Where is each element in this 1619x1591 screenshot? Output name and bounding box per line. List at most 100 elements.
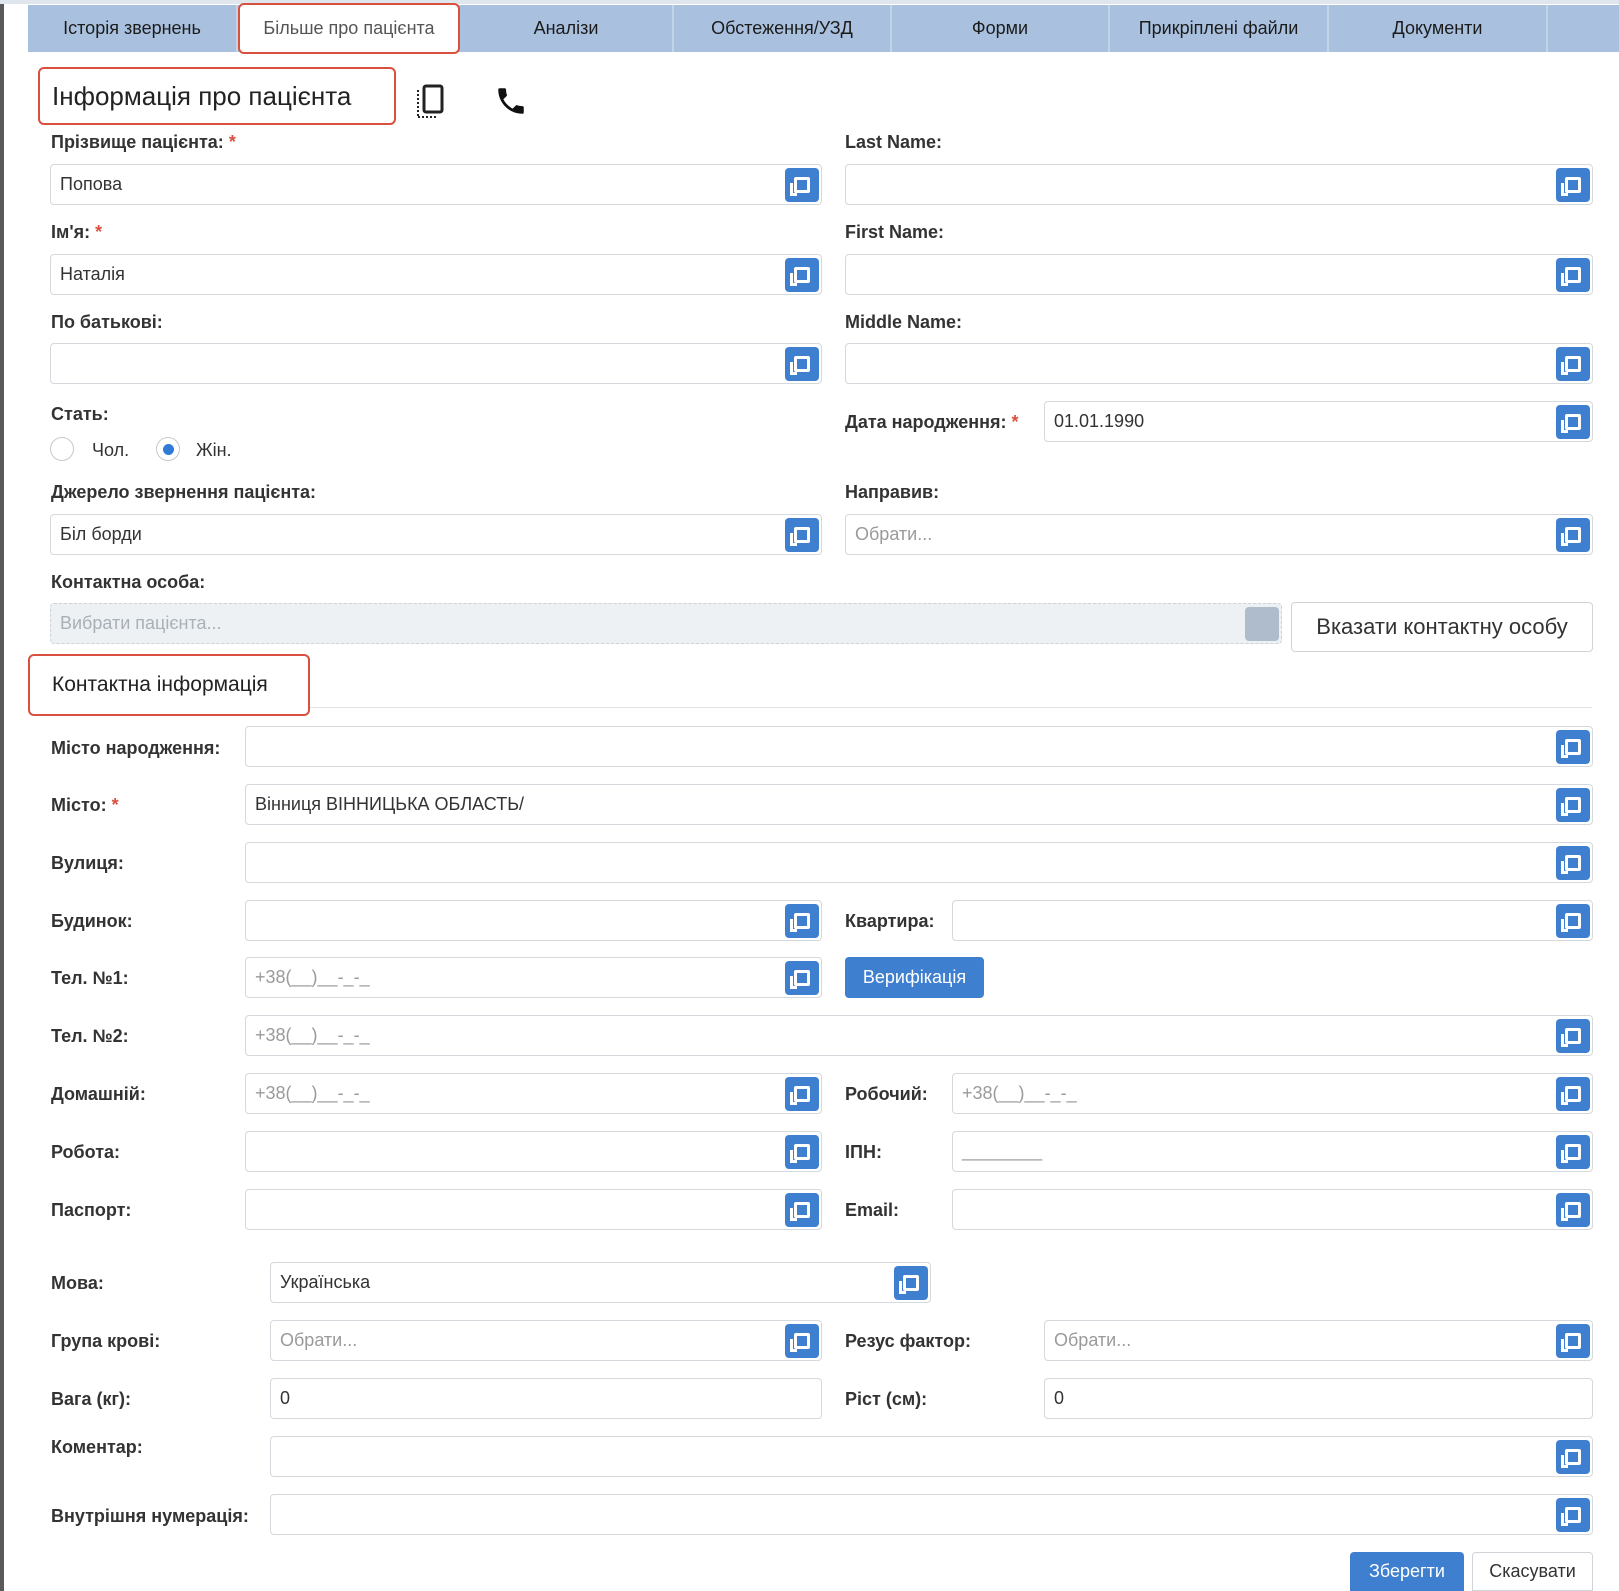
tab-analyses[interactable]: Аналізи <box>460 5 674 52</box>
copy-icon <box>790 1202 810 1221</box>
birth-city-copy-button[interactable] <box>1556 730 1590 764</box>
home-phone-label: Домашній: <box>51 1084 146 1104</box>
tab-forms[interactable]: Форми <box>892 5 1110 52</box>
ipn-input[interactable]: ________ <box>952 1131 1593 1172</box>
first-name-input[interactable] <box>845 254 1593 295</box>
tab-attached-files[interactable]: Прикріплені файли <box>1110 5 1329 52</box>
tab-documents[interactable]: Документи <box>1329 5 1548 52</box>
last-name-copy-button[interactable] <box>1556 168 1590 202</box>
gender-label: Стать: <box>51 404 109 424</box>
weight-input[interactable]: 0 <box>270 1378 822 1419</box>
email-input[interactable] <box>952 1189 1593 1230</box>
first-name-ua-copy-button[interactable] <box>785 258 819 292</box>
birth-date-label: Дата народження: * <box>845 412 1019 432</box>
blood-group-label: Група крові: <box>51 1331 161 1351</box>
section-divider <box>310 707 1592 708</box>
apartment-input[interactable] <box>952 900 1593 941</box>
comment-copy-button[interactable] <box>1556 1440 1590 1474</box>
rh-factor-dropdown-button[interactable] <box>1556 1324 1590 1358</box>
patronymic-label: По батькові: <box>51 312 163 332</box>
source-label: Джерело звернення пацієнта: <box>51 482 317 502</box>
surname-copy-button[interactable] <box>785 168 819 202</box>
height-input[interactable]: 0 <box>1044 1378 1593 1419</box>
copy-icon <box>790 1086 810 1105</box>
copy-icon <box>1561 356 1581 375</box>
city-label: Місто: * <box>51 795 119 815</box>
patronymic-input[interactable] <box>50 343 822 384</box>
first-name-copy-button[interactable] <box>1556 258 1590 292</box>
cancel-button[interactable]: Скасувати <box>1472 1552 1593 1591</box>
ipn-label: ІПН: <box>845 1142 882 1162</box>
copy-icon <box>899 1275 919 1294</box>
copy-icon <box>790 177 810 196</box>
save-button[interactable]: Зберегти <box>1350 1552 1464 1591</box>
tab-examinations[interactable]: Обстеження/УЗД <box>674 5 892 52</box>
source-select[interactable]: Біл борди <box>50 514 822 555</box>
last-name-input[interactable] <box>845 164 1593 205</box>
passport-label: Паспорт: <box>51 1200 132 1220</box>
rh-factor-label: Резус фактор: <box>845 1331 971 1351</box>
language-dropdown-button[interactable] <box>894 1266 928 1300</box>
gender-female-radio[interactable] <box>156 437 180 461</box>
middle-name-input[interactable] <box>845 343 1593 384</box>
job-input[interactable] <box>245 1131 822 1172</box>
set-contact-person-button[interactable]: Вказати контактну особу <box>1291 602 1593 652</box>
referred-by-dropdown-button[interactable] <box>1556 518 1590 552</box>
contact-person-select[interactable]: Вибрати пацієнта... <box>50 603 1282 644</box>
work-phone-input[interactable]: +38(__)__-_-_ <box>952 1073 1593 1114</box>
home-phone-input[interactable]: +38(__)__-_-_ <box>245 1073 822 1114</box>
city-input[interactable]: Вінниця ВІННИЦЬКА ОБЛАСТЬ/ <box>245 784 1593 825</box>
copy-icon <box>790 356 810 375</box>
referred-by-select[interactable]: Обрати... <box>845 514 1593 555</box>
rh-factor-select[interactable]: Обрати... <box>1044 1320 1593 1361</box>
house-input[interactable] <box>245 900 822 941</box>
birth-date-calendar-button[interactable] <box>1556 405 1590 439</box>
tab-history[interactable]: Історія звернень <box>28 5 238 52</box>
street-input[interactable] <box>245 842 1593 883</box>
home-phone-copy-button[interactable] <box>785 1077 819 1111</box>
tab-more-about-patient[interactable]: Більше про пацієнта <box>238 3 460 54</box>
phone-icon[interactable] <box>494 84 528 118</box>
internal-number-input[interactable] <box>270 1494 1593 1535</box>
birth-date-input[interactable]: 01.01.1990 <box>1044 401 1593 442</box>
referred-by-label: Направив: <box>845 482 940 502</box>
blood-group-dropdown-button[interactable] <box>785 1324 819 1358</box>
house-label: Будинок: <box>51 911 133 931</box>
language-select[interactable]: Українська <box>270 1262 931 1303</box>
phone1-input[interactable]: +38(__)__-_-_ <box>245 957 822 998</box>
work-phone-label: Робочий: <box>845 1084 928 1104</box>
house-copy-button[interactable] <box>785 904 819 938</box>
patronymic-copy-button[interactable] <box>785 347 819 381</box>
surname-label: Прізвище пацієнта: * <box>51 132 236 152</box>
apartment-label: Квартира: <box>845 911 935 931</box>
weight-label: Вага (кг): <box>51 1389 132 1409</box>
passport-copy-button[interactable] <box>785 1193 819 1227</box>
job-copy-button[interactable] <box>785 1135 819 1169</box>
gender-male-radio[interactable] <box>50 437 74 461</box>
comment-input[interactable] <box>270 1436 1593 1477</box>
middle-name-copy-button[interactable] <box>1556 347 1590 381</box>
internal-number-label: Внутрішня нумерація: <box>51 1506 249 1526</box>
gender-male-label: Чол. <box>92 440 130 460</box>
city-copy-button[interactable] <box>1556 788 1590 822</box>
street-copy-button[interactable] <box>1556 846 1590 880</box>
contact-person-dropdown-button[interactable] <box>1245 607 1279 641</box>
email-copy-button[interactable] <box>1556 1193 1590 1227</box>
phone2-copy-button[interactable] <box>1556 1019 1590 1053</box>
verify-button[interactable]: Верифікація <box>845 957 984 998</box>
first-name-ua-input[interactable]: Наталія <box>50 254 822 295</box>
apartment-copy-button[interactable] <box>1556 904 1590 938</box>
passport-input[interactable] <box>245 1189 822 1230</box>
copy-icon <box>1561 797 1581 816</box>
blood-group-select[interactable]: Обрати... <box>270 1320 822 1361</box>
copy-icon <box>790 1333 810 1352</box>
birth-city-input[interactable] <box>245 726 1593 767</box>
work-phone-copy-button[interactable] <box>1556 1077 1590 1111</box>
ipn-copy-button[interactable] <box>1556 1135 1590 1169</box>
mobile-phone-icon[interactable] <box>416 84 446 120</box>
internal-number-copy-button[interactable] <box>1556 1498 1590 1532</box>
phone1-copy-button[interactable] <box>785 961 819 995</box>
phone2-input[interactable]: +38(__)__-_-_ <box>245 1015 1593 1056</box>
surname-input[interactable]: Попова <box>50 164 822 205</box>
source-dropdown-button[interactable] <box>785 518 819 552</box>
